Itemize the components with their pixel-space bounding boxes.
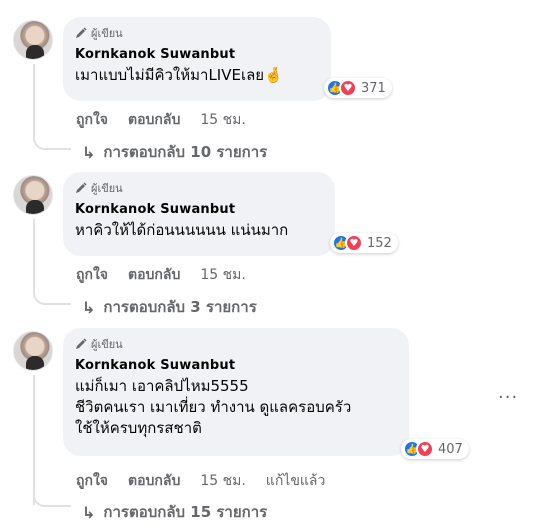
comment-text: หาคิวให้ได้ก่อนนนนนน แน่นมาก bbox=[75, 221, 289, 239]
author-name[interactable]: Kornkanok Suwanbut bbox=[75, 358, 397, 373]
edited-label: แก้ไขแล้ว bbox=[265, 473, 326, 489]
avatar[interactable] bbox=[13, 331, 53, 371]
pen-icon bbox=[76, 182, 87, 193]
timestamp[interactable]: 15 ชม. bbox=[200, 470, 245, 492]
pen-icon bbox=[76, 27, 87, 38]
like-link[interactable]: ถูกใจ bbox=[76, 264, 108, 286]
heart-icon: ♥ bbox=[345, 234, 363, 252]
author-name[interactable]: Kornkanok Suwanbut bbox=[75, 202, 323, 217]
reply-arrow-icon: ↳ bbox=[82, 502, 96, 522]
more-options-button[interactable]: ··· bbox=[498, 387, 518, 408]
pen-icon bbox=[76, 338, 87, 349]
reply-link[interactable]: ตอบกลับ bbox=[128, 109, 180, 131]
reaction-count: 407 bbox=[438, 441, 463, 457]
author-badge: ผู้เขียน bbox=[75, 336, 397, 352]
comment-actions: ถูกใจ ตอบกลับ 15 ชม. bbox=[76, 264, 246, 286]
replies-label: การตอบกลับ 15 รายการ bbox=[103, 503, 268, 521]
view-replies-link[interactable]: ↳ การตอบกลับ 3 รายการ bbox=[82, 295, 257, 319]
like-link[interactable]: ถูกใจ bbox=[76, 109, 108, 131]
comment-text: เมาแบบไม่มีคิวให้มาLIVEเลย🤞 bbox=[75, 66, 283, 84]
badge-label: ผู้เขียน bbox=[91, 338, 123, 351]
timestamp[interactable]: 15 ชม. bbox=[200, 109, 245, 131]
thread-line bbox=[33, 375, 35, 505]
replies-label: การตอบกลับ 3 รายการ bbox=[103, 298, 257, 316]
like-link[interactable]: ถูกใจ bbox=[76, 470, 108, 492]
reactions-summary[interactable]: 👍 ♥ 371 bbox=[324, 78, 392, 98]
thread-line bbox=[33, 219, 35, 293]
author-badge: ผู้เขียน bbox=[75, 25, 319, 41]
reactions-summary[interactable]: 👍 ♥ 152 bbox=[330, 233, 398, 253]
reaction-count: 152 bbox=[367, 235, 392, 251]
reply-arrow-icon: ↳ bbox=[82, 142, 96, 162]
reply-arrow-icon: ↳ bbox=[82, 297, 96, 317]
avatar[interactable] bbox=[13, 20, 53, 60]
comment-actions: ถูกใจ ตอบกลับ 15 ชม. bbox=[76, 109, 246, 131]
thread-hook bbox=[33, 138, 71, 150]
reactions-summary[interactable]: 👍 ♥ 407 bbox=[401, 439, 469, 459]
view-replies-link[interactable]: ↳ การตอบกลับ 10 รายการ bbox=[82, 140, 267, 164]
author-name[interactable]: Kornkanok Suwanbut bbox=[75, 47, 319, 62]
comment-bubble: ผู้เขียน Kornkanok Suwanbut แม่ก็เมา เอา… bbox=[63, 328, 409, 456]
timestamp[interactable]: 15 ชม. bbox=[200, 264, 245, 286]
avatar[interactable] bbox=[13, 175, 53, 215]
comment-bubble: ผู้เขียน Kornkanok Suwanbut เมาแบบไม่มีค… bbox=[63, 17, 331, 101]
comment-actions: ถูกใจ ตอบกลับ 15 ชม. แก้ไขแล้ว bbox=[76, 470, 325, 492]
view-replies-link[interactable]: ↳ การตอบกลับ 15 รายการ bbox=[82, 500, 267, 524]
reply-link[interactable]: ตอบกลับ bbox=[128, 264, 180, 286]
heart-icon: ♥ bbox=[339, 79, 357, 97]
thread-hook bbox=[33, 495, 71, 507]
comment-text: แม่ก็เมา เอาคลิปไหม5555 ชีวิตคนเรา เมาเท… bbox=[75, 377, 352, 437]
reply-link[interactable]: ตอบกลับ bbox=[128, 470, 180, 492]
badge-label: ผู้เขียน bbox=[91, 182, 123, 195]
author-badge: ผู้เขียน bbox=[75, 180, 323, 196]
reaction-count: 371 bbox=[361, 80, 386, 96]
thread-line bbox=[33, 64, 35, 138]
badge-label: ผู้เขียน bbox=[91, 27, 123, 40]
thread-hook bbox=[33, 293, 71, 305]
comment-bubble: ผู้เขียน Kornkanok Suwanbut หาคิวให้ได้ก… bbox=[63, 172, 335, 256]
replies-label: การตอบกลับ 10 รายการ bbox=[103, 143, 268, 161]
heart-icon: ♥ bbox=[416, 440, 434, 458]
